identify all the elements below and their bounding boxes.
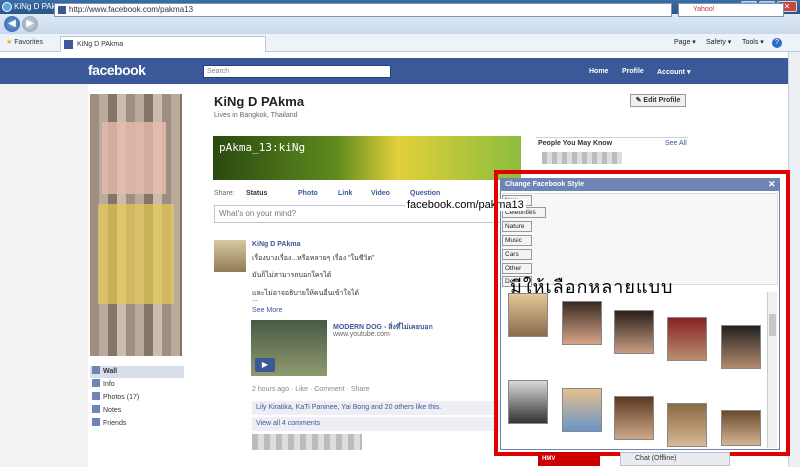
facebook-logo[interactable]: facebook xyxy=(88,62,146,78)
left-nav-photos[interactable]: Photos (17) xyxy=(92,392,139,404)
page-favicon-icon xyxy=(58,6,66,14)
safety-menu[interactable]: Safety ▾ xyxy=(706,34,731,52)
post-author[interactable]: KiNg D PAkma xyxy=(252,241,301,248)
left-nav-notes[interactable]: Notes xyxy=(92,405,121,417)
address-toolbar xyxy=(0,14,800,34)
see-all-link[interactable]: See All xyxy=(665,140,687,147)
highlight-box xyxy=(494,170,790,456)
profile-body-blur xyxy=(98,204,174,304)
forward-button[interactable]: ▶ xyxy=(22,16,38,32)
favorites-star-icon: ★ xyxy=(6,39,13,46)
tools-menu[interactable]: Tools ▾ xyxy=(742,34,764,52)
see-more-link[interactable]: See More xyxy=(252,307,282,314)
nav-profile[interactable]: Profile xyxy=(622,68,644,75)
nav-home[interactable]: Home xyxy=(589,68,608,75)
share-question-button[interactable]: Question xyxy=(410,190,440,197)
post-likes[interactable]: Lily Kiratika, KaTi Paninee, Yai Bong an… xyxy=(252,401,520,415)
pymk-heading: People You May Know xyxy=(538,140,613,147)
profile-name: KiNg D PAkma xyxy=(214,94,305,109)
help-icon[interactable]: ? xyxy=(772,38,782,48)
pymk-blur xyxy=(542,152,622,164)
post-avatar[interactable] xyxy=(214,240,246,272)
photos-icon xyxy=(92,392,100,400)
browser-tab[interactable]: KiNg D PAkma xyxy=(60,36,266,52)
share-video-button[interactable]: Video xyxy=(371,190,390,197)
post-line: ... xyxy=(252,296,258,303)
tab-favicon-icon xyxy=(64,40,73,49)
friends-icon xyxy=(92,418,100,426)
profile-lives-in: Lives in Bangkok, Thailand xyxy=(214,112,298,119)
back-button[interactable]: ◀ xyxy=(4,16,20,32)
wall-icon xyxy=(92,366,100,374)
view-comments-link[interactable]: View all 4 comments xyxy=(252,417,520,431)
post-line: มันก็ไม่สามารถบอกใครได้ xyxy=(252,272,332,279)
address-text: http://www.facebook.com/pakma13 xyxy=(69,5,194,14)
video-url: www.youtube.com xyxy=(333,331,390,338)
facebook-search-input[interactable]: Search xyxy=(203,65,391,78)
edit-profile-button[interactable]: ✎ Edit Profile xyxy=(630,94,686,107)
notes-icon xyxy=(92,405,100,413)
post-meta[interactable]: 2 hours ago · Like · Comment · Share xyxy=(252,386,370,393)
browser-search-input[interactable]: Yahoo! xyxy=(678,3,784,17)
chat-bar[interactable]: Chat (Offline) xyxy=(620,452,730,466)
banner-text: pAkma_13:kiNg xyxy=(219,141,306,154)
sidebar-ad[interactable]: HMV xyxy=(538,452,600,466)
page-menu[interactable]: Page ▾ xyxy=(674,34,696,52)
play-icon[interactable]: ▶ xyxy=(255,358,275,372)
left-gutter xyxy=(0,84,88,467)
comment-blur xyxy=(252,434,362,450)
sidebar-divider xyxy=(536,137,688,138)
share-photo-button[interactable]: Photo xyxy=(298,190,318,197)
share-status-button[interactable]: Status xyxy=(246,190,267,197)
left-nav-info[interactable]: Info xyxy=(92,379,115,391)
profile-face-blur xyxy=(102,122,166,194)
share-link-button[interactable]: Link xyxy=(338,190,352,197)
post-line: เรื่องบางเรื่อง...หรือหลายๆ เรื่อง "ในชี… xyxy=(252,255,375,262)
favorites-label[interactable]: Favorites xyxy=(14,39,43,46)
chat-label: Chat (Offline) xyxy=(635,455,677,462)
tab-title: KiNg D PAkma xyxy=(77,41,124,48)
info-icon xyxy=(92,379,100,387)
share-label: Share: xyxy=(214,190,235,197)
post-line: และไม่อาจอธิบายให้คนอื่นเข้าใจได้ xyxy=(252,290,360,297)
ie-icon xyxy=(2,2,12,12)
left-nav-friends[interactable]: Friends xyxy=(92,418,126,430)
left-nav-wall[interactable]: Wall xyxy=(92,366,117,378)
nav-account[interactable]: Account ▾ xyxy=(657,68,690,76)
profile-picture[interactable] xyxy=(90,94,182,356)
address-input[interactable]: http://www.facebook.com/pakma13 xyxy=(54,3,672,17)
video-thumbnail[interactable]: ▶ xyxy=(251,320,327,376)
profile-banner: pAkma_13:kiNg xyxy=(213,136,521,180)
